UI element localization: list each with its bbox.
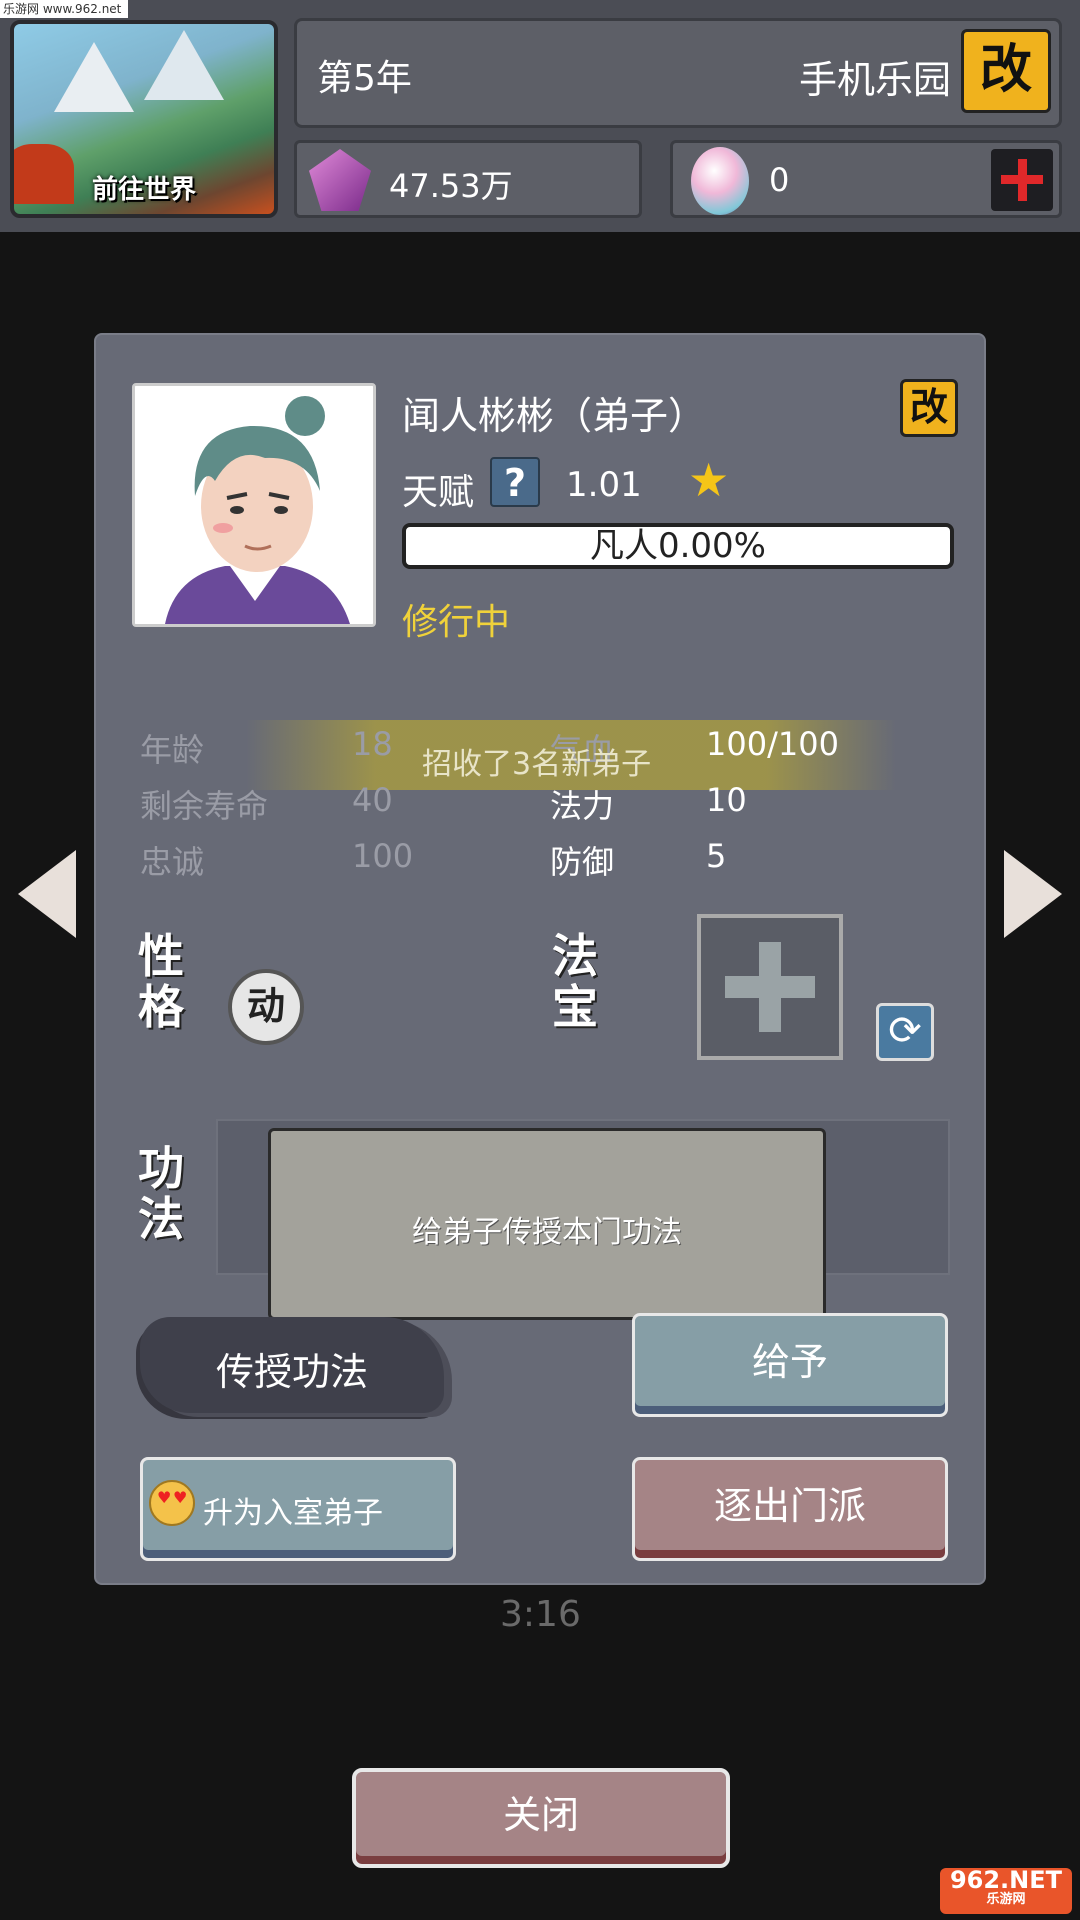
defense-label: 防御 <box>550 843 615 881</box>
rename-sect-button[interactable]: 改 <box>961 29 1051 113</box>
personality-label: 性格 <box>138 929 184 1034</box>
technique-label: 功法 <box>138 1141 184 1246</box>
mana-label: 法力 <box>550 787 615 825</box>
toast-text: 招收了3名新弟子 <box>422 747 652 782</box>
close-button[interactable]: 关闭 <box>352 1768 730 1868</box>
add-treasure-slot[interactable] <box>697 914 843 1060</box>
expel-button[interactable]: 逐出门派 <box>632 1457 948 1561</box>
watermark-sub: 乐游网 <box>986 1892 1026 1907</box>
disciple-detail-modal: 闻人彬彬（弟子） 改 天赋 ? 1.01 ★ 凡人0.00% 修行中 年龄 18… <box>94 333 986 1585</box>
year-panel: 第5年 手机乐园 改 <box>294 18 1062 128</box>
go-to-world-label: 前往世界 <box>91 175 196 205</box>
tooltip: 给弟子传授本门功法 <box>268 1128 826 1320</box>
talent-value: 1.01 <box>566 465 642 505</box>
spirit-egg-value: 0 <box>769 161 790 199</box>
mana-value: 10 <box>706 781 747 819</box>
disciple-portrait <box>132 383 376 627</box>
watermark-brand: 962.NET <box>949 1866 1063 1894</box>
star-icon: ★ <box>688 453 730 507</box>
loyalty-value: 100 <box>352 837 414 875</box>
spirit-stone-panel: 47.53万 <box>294 140 642 218</box>
defense-value: 5 <box>706 837 727 875</box>
give-button[interactable]: 给予 <box>632 1313 948 1417</box>
tooltip-text: 给弟子传授本门功法 <box>412 1215 682 1250</box>
watermark-bottom: 962.NET 乐游网 <box>940 1868 1072 1914</box>
egg-gem-icon <box>691 147 749 215</box>
mountain-icon <box>54 42 134 112</box>
crystal-icon <box>309 149 371 211</box>
spirit-egg-panel: 0 <box>670 140 1062 218</box>
lifespan-value: 40 <box>352 781 393 819</box>
realm-progress-bar: 凡人0.00% <box>402 523 954 569</box>
talent-help-icon[interactable]: ? <box>490 457 540 507</box>
refresh-icon[interactable]: ⟳ <box>876 1003 934 1061</box>
rename-disciple-button[interactable]: 改 <box>900 379 958 437</box>
talent-label: 天赋 <box>402 472 475 513</box>
add-egg-button[interactable] <box>991 149 1053 211</box>
age-value: 18 <box>352 725 393 763</box>
go-to-world-button[interactable]: 前往世界 <box>10 20 278 218</box>
disciple-name: 闻人彬彬（弟子） <box>402 394 707 438</box>
teach-technique-button[interactable]: 传授功法 <box>140 1317 444 1413</box>
watermark-top: 乐游网 www.962.net <box>0 0 128 18</box>
heart-eyes-icon <box>149 1480 195 1526</box>
timer-text: 3:16 <box>500 1594 581 1635</box>
promote-button[interactable]: 升为入室弟子 <box>140 1457 456 1561</box>
disciple-status: 修行中 <box>402 602 511 643</box>
mountain-icon <box>144 30 224 100</box>
loyalty-label: 忠诚 <box>140 843 205 881</box>
next-disciple-arrow-icon[interactable] <box>1004 850 1062 938</box>
hp-value: 100/100 <box>706 725 839 763</box>
spirit-stone-value: 47.53万 <box>389 167 513 205</box>
lifespan-label: 剩余寿命 <box>140 787 269 825</box>
personality-badge[interactable]: 动 <box>228 969 304 1045</box>
prev-disciple-arrow-icon[interactable] <box>18 850 76 938</box>
age-label: 年龄 <box>140 731 205 769</box>
disciple-avatar <box>135 386 373 624</box>
promote-label: 升为入室弟子 <box>203 1496 383 1531</box>
teach-technique-label: 传授功法 <box>215 1350 368 1394</box>
sect-name: 手机乐园 <box>798 58 951 102</box>
treasure-label: 法宝 <box>552 929 598 1034</box>
year-text: 第5年 <box>317 58 412 99</box>
